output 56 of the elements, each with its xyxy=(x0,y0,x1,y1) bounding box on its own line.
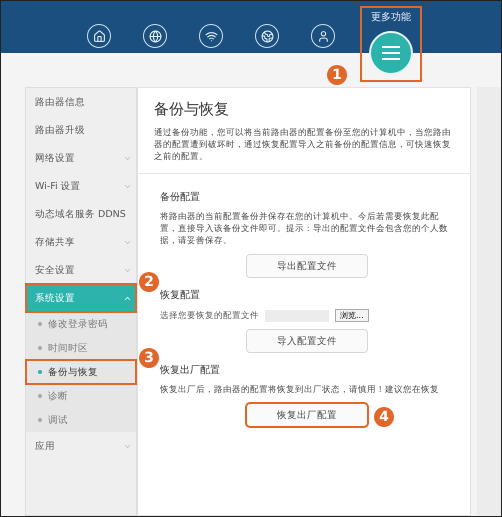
wifi-icon xyxy=(204,30,218,42)
more-label: 更多功能 xyxy=(371,10,411,24)
submenu-label: 备份与恢复 xyxy=(48,366,98,378)
sidebar-label: 系统设置 xyxy=(35,292,75,304)
browse-button[interactable]: 浏览... xyxy=(335,309,369,322)
sidebar-label: 路由器信息 xyxy=(35,96,85,108)
action-button[interactable]: 恢复出厂配置 xyxy=(246,403,368,427)
nav-button[interactable] xyxy=(311,24,335,48)
house-icon xyxy=(92,30,106,42)
nav-button[interactable] xyxy=(199,24,223,48)
sidebar-label: 动态域名服务 DDNS xyxy=(35,208,126,220)
sidebar-item[interactable]: 路由器信息 xyxy=(26,88,136,116)
sidebar-item[interactable]: 网络设置 xyxy=(26,144,136,172)
submenu-label: 时间时区 xyxy=(48,342,88,354)
submenu-item[interactable]: 修改登录密码 xyxy=(26,312,136,336)
submenu-item[interactable]: 调试 xyxy=(26,408,136,432)
section-title: 恢复出厂配置 xyxy=(160,364,221,377)
user-icon xyxy=(316,30,330,42)
submenu-label: 诊断 xyxy=(48,390,68,402)
action-button[interactable]: 导入配置文件 xyxy=(246,329,368,353)
section-title: 恢复配置 xyxy=(160,288,201,302)
sidebar-item[interactable]: 路由器升级 xyxy=(26,116,136,144)
section-title: 备份配置 xyxy=(160,190,201,204)
nav-button[interactable] xyxy=(87,24,111,48)
callout-number: 4 xyxy=(374,407,394,427)
more-button[interactable] xyxy=(369,31,413,75)
submenu-label: 修改登录密码 xyxy=(48,318,108,330)
sidebar-label: 应用 xyxy=(35,440,55,452)
page-description: 通过备份功能，您可以将当前路由器的配置备份至您的计算机中，当您路由器的配置遭到破坏时，通过恢复配置导入之前备份的配置信息，可快速恢复之前的配置。 xyxy=(154,127,452,163)
nav-button[interactable] xyxy=(255,24,279,48)
globe-icon xyxy=(148,30,162,42)
sidebar-label: 存储共享 xyxy=(35,236,75,248)
page-title: 备份与恢复 xyxy=(154,100,230,119)
submenu-label: 调试 xyxy=(48,414,68,426)
sidebar-label: Wi-Fi 设置 xyxy=(35,180,81,192)
action-button[interactable]: 导出配置文件 xyxy=(246,254,368,278)
sidebar-label: 路由器升级 xyxy=(35,124,85,136)
bullet-icon xyxy=(38,418,42,422)
bullet-icon xyxy=(38,394,42,398)
section-text: 恢复出厂后，路由器的配置将恢复到出厂状态，请慎用！建议您在恢复 xyxy=(160,384,440,396)
bullet-icon xyxy=(38,370,42,374)
callout-number: 1 xyxy=(327,65,347,85)
sidebar-item[interactable]: 动态域名服务 DDNS xyxy=(26,200,136,228)
sidebar-label: 网络设置 xyxy=(35,152,75,164)
section-text: 将路由器的当前配置备份并保存在您的计算机中。今后若需要恢复此配置，直接导入该备份文件即可。提示：导出的配置文件会包含您的个人数据，请妥善保存。 xyxy=(160,211,449,247)
sidebar-item[interactable]: 存储共享 xyxy=(26,228,136,256)
globe-icon xyxy=(260,30,274,42)
bullet-icon xyxy=(38,346,42,350)
sidebar-item[interactable]: Wi-Fi 设置 xyxy=(26,172,136,200)
bullet-icon xyxy=(38,322,42,326)
submenu-item[interactable]: 诊断 xyxy=(26,384,136,408)
sidebar-item[interactable]: 应用 xyxy=(26,432,136,460)
submenu-item[interactable]: 时间时区 xyxy=(26,336,136,360)
file-label: 选择您要恢复的配置文件 xyxy=(160,310,259,322)
nav-button[interactable] xyxy=(143,24,167,48)
menu-icon xyxy=(381,45,401,61)
